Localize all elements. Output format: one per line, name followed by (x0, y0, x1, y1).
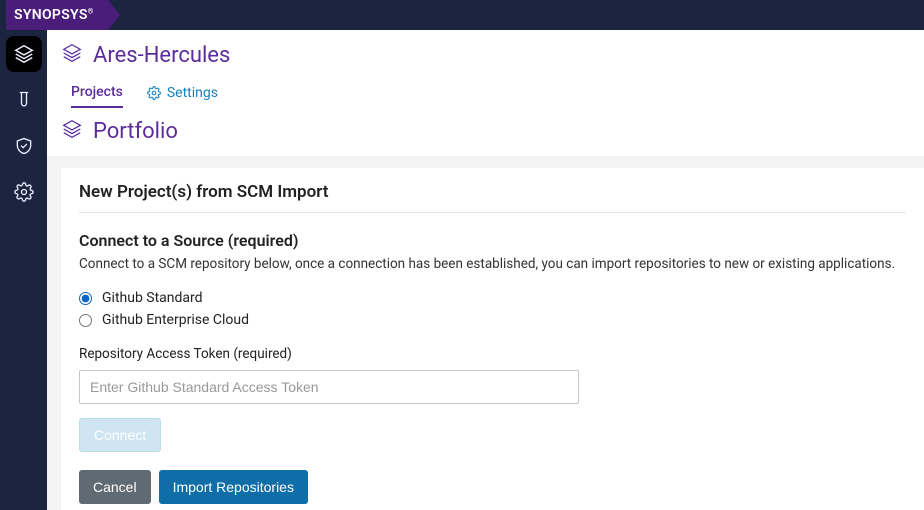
tab-projects[interactable]: Projects (71, 84, 123, 108)
brand-logo: SYNOPSYS® (14, 7, 94, 23)
radio-label: Github Standard (102, 290, 203, 306)
radio-label: Github Enterprise Cloud (102, 312, 249, 328)
layers-icon (61, 118, 83, 144)
connect-description: Connect to a SCM repository below, once … (79, 256, 906, 272)
portfolio-title: Portfolio (93, 119, 178, 144)
import-panel: New Project(s) from SCM Import Connect t… (61, 168, 924, 510)
sidebar-item-security[interactable] (6, 128, 42, 164)
radio-input-github-standard[interactable] (79, 292, 92, 305)
token-label: Repository Access Token (required) (79, 346, 906, 362)
portfolio-header: Portfolio (47, 108, 924, 156)
tabs: Projects Settings (47, 74, 924, 108)
layers-icon (61, 42, 83, 68)
panel-wrap: New Project(s) from SCM Import Connect t… (47, 156, 924, 510)
connect-heading: Connect to a Source (required) (79, 231, 906, 250)
sidebar (0, 30, 47, 510)
radio-input-github-enterprise[interactable] (79, 314, 92, 327)
cancel-button[interactable]: Cancel (79, 470, 151, 504)
sidebar-item-settings[interactable] (6, 174, 42, 210)
brand-container: SYNOPSYS® (6, 0, 108, 30)
app-title: Ares-Hercules (93, 43, 230, 68)
topbar: SYNOPSYS® (0, 0, 924, 30)
tab-label: Settings (167, 85, 218, 101)
tab-label: Projects (71, 84, 123, 100)
tab-settings[interactable]: Settings (147, 85, 218, 107)
connect-button[interactable]: Connect (79, 418, 161, 452)
layers-icon (13, 43, 35, 65)
gear-icon (147, 86, 161, 100)
sidebar-item-portfolio[interactable] (6, 36, 42, 72)
panel-title: New Project(s) from SCM Import (79, 182, 906, 213)
radio-github-standard[interactable]: Github Standard (79, 290, 906, 306)
sidebar-item-tests[interactable] (6, 82, 42, 118)
shield-icon (14, 136, 34, 156)
test-tube-icon (14, 90, 34, 110)
token-input[interactable] (79, 370, 579, 404)
gear-icon (14, 182, 34, 202)
app-header: Ares-Hercules (47, 30, 924, 74)
source-radio-group: Github Standard Github Enterprise Cloud (79, 290, 906, 328)
main: Ares-Hercules Projects Settings Portfoli… (47, 30, 924, 510)
radio-github-enterprise[interactable]: Github Enterprise Cloud (79, 312, 906, 328)
import-repositories-button[interactable]: Import Repositories (159, 470, 308, 504)
